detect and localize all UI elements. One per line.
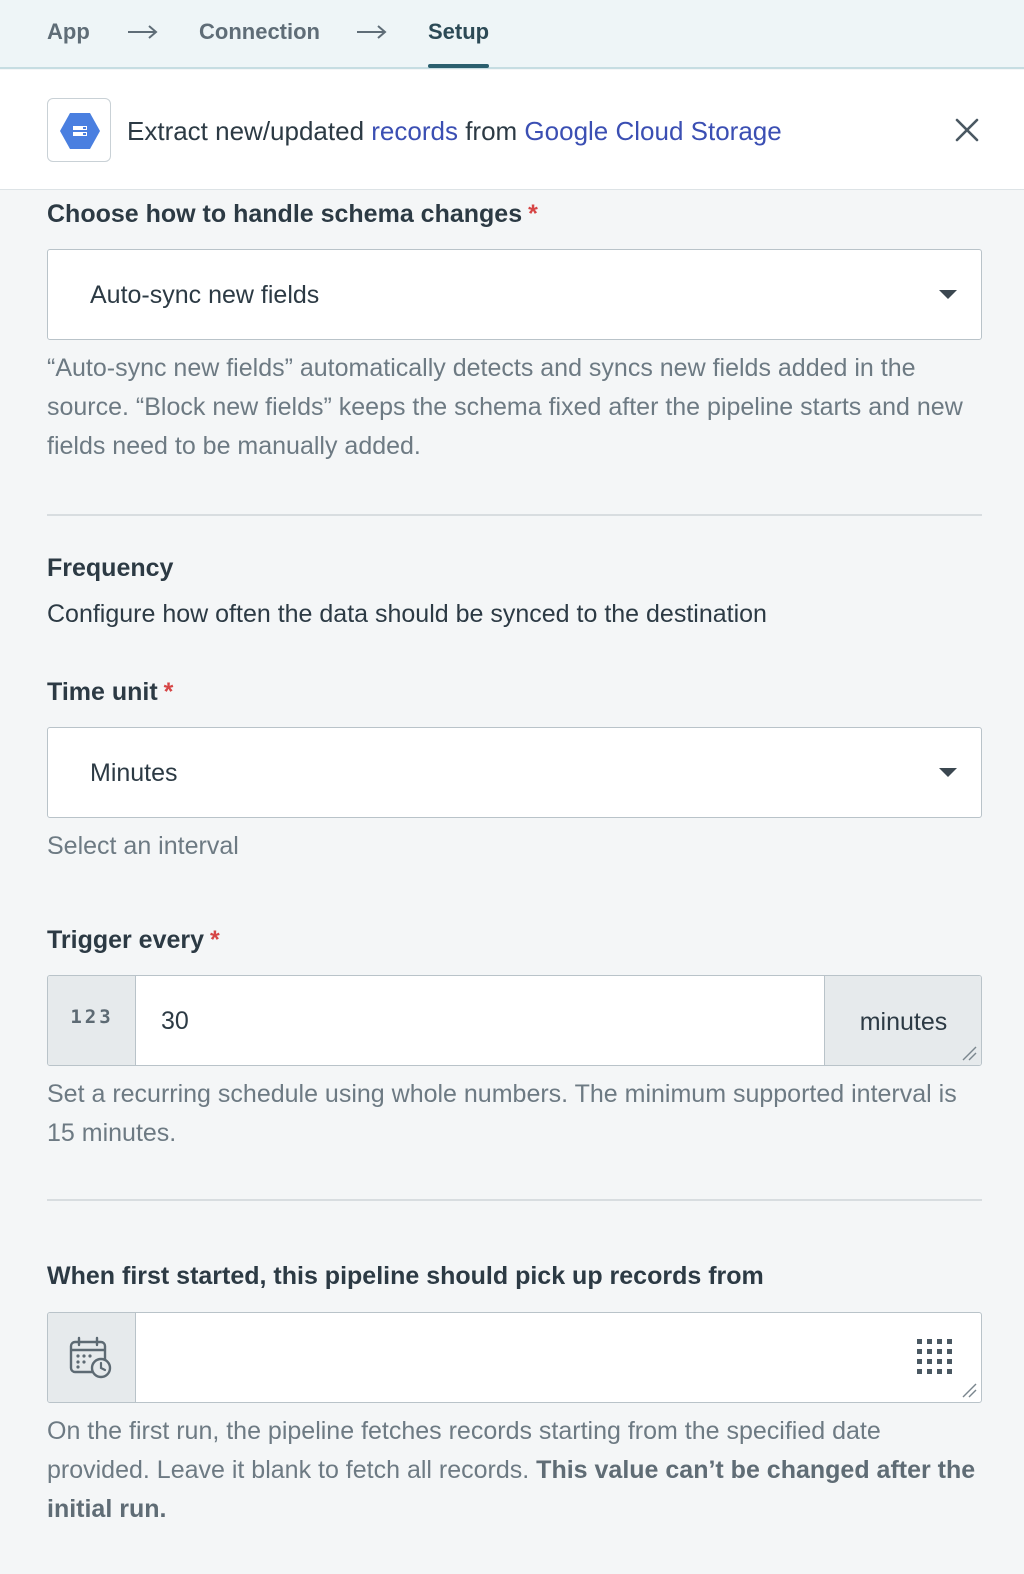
trigger-every-label: Trigger every *	[47, 925, 220, 955]
required-mark: *	[210, 926, 220, 954]
close-icon[interactable]	[950, 113, 984, 147]
schema-changes-label: Choose how to handle schema changes *	[47, 199, 538, 229]
schema-changes-selected: Auto-sync new fields	[90, 281, 320, 309]
chevron-down-icon	[939, 290, 957, 299]
chevron-down-icon	[939, 768, 957, 777]
calendar-addon	[48, 1313, 136, 1402]
start-from-label: When first started, this pipeline should…	[47, 1262, 764, 1290]
time-unit-label-text: Time unit	[47, 678, 158, 706]
title-middle: from	[457, 116, 525, 146]
resize-handle-icon[interactable]	[961, 1382, 977, 1398]
number-icon: 123	[70, 1006, 114, 1028]
schema-changes-select[interactable]: Auto-sync new fields	[47, 249, 982, 340]
arrow-right-icon	[357, 25, 387, 39]
trigger-every-input-group: 123 30 minutes	[47, 975, 982, 1066]
time-unit-select[interactable]: Minutes	[47, 727, 982, 818]
start-from-help: On the first run, the pipeline fetches r…	[47, 1412, 982, 1529]
required-mark: *	[163, 678, 174, 706]
page-title: Extract new/updated records from Google …	[127, 115, 782, 147]
frequency-title: Frequency	[47, 554, 174, 582]
required-mark: *	[528, 200, 538, 228]
unit-addon: minutes	[824, 976, 981, 1065]
active-step-indicator	[428, 64, 489, 68]
schema-changes-help: “Auto-sync new fields” automatically det…	[47, 354, 963, 460]
time-unit-help: Select an interval	[47, 832, 239, 860]
trigger-every-label-text: Trigger every	[47, 926, 205, 954]
unit-label: minutes	[859, 1008, 948, 1036]
google-cloud-storage-icon	[47, 98, 111, 162]
stepper-nav: App Connection Setup	[0, 0, 1024, 69]
divider	[47, 1199, 982, 1201]
step-connection[interactable]: Connection	[199, 18, 320, 46]
trigger-every-help: Set a recurring schedule using whole num…	[47, 1080, 957, 1147]
frequency-description: Configure how often the data should be s…	[47, 600, 767, 628]
step-app[interactable]: App	[47, 18, 90, 46]
time-unit-selected: Minutes	[90, 759, 178, 787]
arrow-right-icon	[128, 25, 158, 39]
schema-changes-label-text: Choose how to handle schema changes	[47, 200, 523, 228]
resize-handle-icon[interactable]	[961, 1045, 977, 1061]
number-addon: 123	[48, 976, 136, 1065]
step-setup[interactable]: Setup	[428, 18, 489, 46]
panel-header: Extract new/updated records from Google …	[0, 70, 1024, 190]
trigger-every-input[interactable]: 30	[161, 1005, 189, 1037]
title-prefix: Extract new/updated	[127, 116, 372, 146]
time-unit-label: Time unit *	[47, 677, 173, 707]
start-from-input-group	[47, 1312, 982, 1403]
keypad-grid-icon[interactable]	[915, 1337, 957, 1379]
divider	[47, 514, 982, 516]
records-link[interactable]: records	[371, 116, 458, 146]
google-cloud-storage-link[interactable]: Google Cloud Storage	[524, 116, 781, 146]
calendar-clock-icon	[69, 1336, 112, 1379]
